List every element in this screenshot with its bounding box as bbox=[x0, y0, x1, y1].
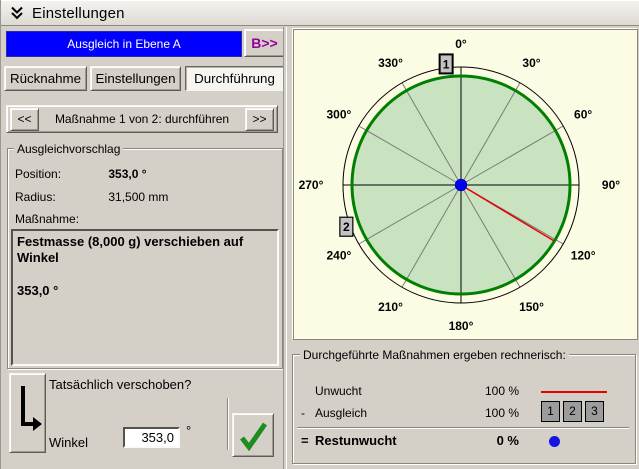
measure-1-badge: 1 bbox=[541, 400, 560, 422]
unwucht-row: Unwucht 100 % bbox=[293, 384, 635, 400]
angle-unit: ° bbox=[186, 423, 192, 438]
position-label: Position: bbox=[15, 167, 62, 181]
divider bbox=[227, 398, 229, 450]
position-value: 353,0 ° bbox=[108, 167, 147, 181]
results-separator bbox=[297, 427, 629, 429]
switch-plane-b-button[interactable]: B>> bbox=[244, 29, 285, 57]
page-title: Einstellungen bbox=[32, 4, 125, 22]
svg-text:240°: 240° bbox=[326, 249, 351, 263]
restunwucht-label: Restunwucht bbox=[315, 433, 397, 448]
restunwucht-row: = Restunwucht 0 % bbox=[293, 433, 635, 449]
confirm-button[interactable] bbox=[232, 413, 274, 457]
collapse-chevron-icon[interactable] bbox=[9, 5, 25, 21]
angle-input[interactable] bbox=[123, 427, 180, 448]
svg-text:30°: 30° bbox=[522, 56, 540, 70]
measure-stepper: << Maßnahme 1 von 2: durchführen >> bbox=[6, 105, 278, 133]
radius-value: 31,500 mm bbox=[108, 190, 169, 204]
next-measure-button[interactable]: >> bbox=[245, 108, 274, 131]
results-groupbox: Durchgeführte Maßnahmen ergeben rechneri… bbox=[292, 348, 636, 464]
proposal-title: Ausgleichvorschlag bbox=[14, 142, 124, 156]
measure-textbox: Festmasse (8,000 g) verschieben auf Wink… bbox=[11, 229, 279, 366]
svg-text:1: 1 bbox=[443, 57, 450, 71]
svg-text:0°: 0° bbox=[455, 37, 467, 51]
svg-text:120°: 120° bbox=[571, 249, 596, 263]
tab-ruecknahme[interactable]: Rücknahme bbox=[4, 66, 87, 91]
measure-stepper-label: Maßnahme 1 von 2: durchführen bbox=[54, 112, 230, 126]
polar-chart: 0° 30° 60° 90° 120° 150° 180° 210° 240° 270° 300° 3… bbox=[293, 29, 638, 340]
svg-text:150°: 150° bbox=[519, 300, 544, 314]
ausgleich-row: - Ausgleich 100 % 1 2 3 bbox=[293, 400, 635, 422]
svg-text:330°: 330° bbox=[378, 56, 403, 70]
prev-measure-button[interactable]: << bbox=[10, 108, 39, 131]
plane-marker-2: 2 bbox=[339, 216, 354, 237]
proposal-groupbox: Ausgleichvorschlag Position: 353,0 ° Rad… bbox=[7, 142, 283, 369]
settings-window: Einstellungen Ausgleich in Ebene A B>> R… bbox=[0, 0, 639, 469]
measure-3-badge: 3 bbox=[585, 400, 604, 422]
svg-text:300°: 300° bbox=[326, 108, 351, 122]
svg-text:180°: 180° bbox=[449, 319, 474, 333]
confirm-question: Tatsächlich verschoben? bbox=[49, 377, 192, 392]
measure-label: Maßnahme: bbox=[15, 212, 80, 226]
green-checkmark-icon bbox=[240, 422, 268, 452]
plane-banner: Ausgleich in Ebene A bbox=[6, 31, 242, 57]
svg-text:60°: 60° bbox=[574, 108, 592, 122]
plane-marker-1: 1 bbox=[438, 53, 454, 75]
svg-text:210°: 210° bbox=[378, 300, 403, 314]
ausgleich-label: Ausgleich bbox=[315, 406, 368, 420]
svg-text:90°: 90° bbox=[602, 178, 620, 192]
move-mass-button[interactable] bbox=[9, 373, 46, 453]
visualization-panel: 0° 30° 60° 90° 120° 150° 180° 210° 240° 270° 300° 3… bbox=[287, 27, 639, 469]
measure-angle: 353,0 ° bbox=[17, 283, 59, 298]
restunwucht-value: 0 % bbox=[496, 433, 519, 448]
tab-einstellungen[interactable]: Einstellungen bbox=[90, 66, 181, 91]
unwucht-label: Unwucht bbox=[315, 384, 362, 398]
blue-dot-icon bbox=[549, 435, 560, 447]
measure-text: Festmasse (8,000 g) verschieben auf Wink… bbox=[17, 234, 244, 265]
down-right-arrow-icon bbox=[21, 386, 42, 431]
ausgleich-value: 100 % bbox=[484, 406, 519, 420]
unwucht-value: 100 % bbox=[484, 384, 519, 398]
svg-text:270°: 270° bbox=[299, 178, 324, 192]
measure-2-badge: 2 bbox=[563, 400, 582, 422]
angle-label: Winkel bbox=[49, 435, 89, 450]
section-header: Einstellungen bbox=[1, 0, 639, 26]
svg-text:2: 2 bbox=[343, 220, 350, 234]
control-panel: Ausgleich in Ebene A B>> Rücknahme Einst… bbox=[1, 27, 285, 469]
red-line-icon bbox=[541, 391, 607, 393]
tab-durchfuehrung[interactable]: Durchführung bbox=[185, 66, 284, 91]
radius-label: Radius: bbox=[15, 190, 56, 204]
results-title: Durchgeführte Maßnahmen ergeben rechneri… bbox=[300, 348, 569, 362]
